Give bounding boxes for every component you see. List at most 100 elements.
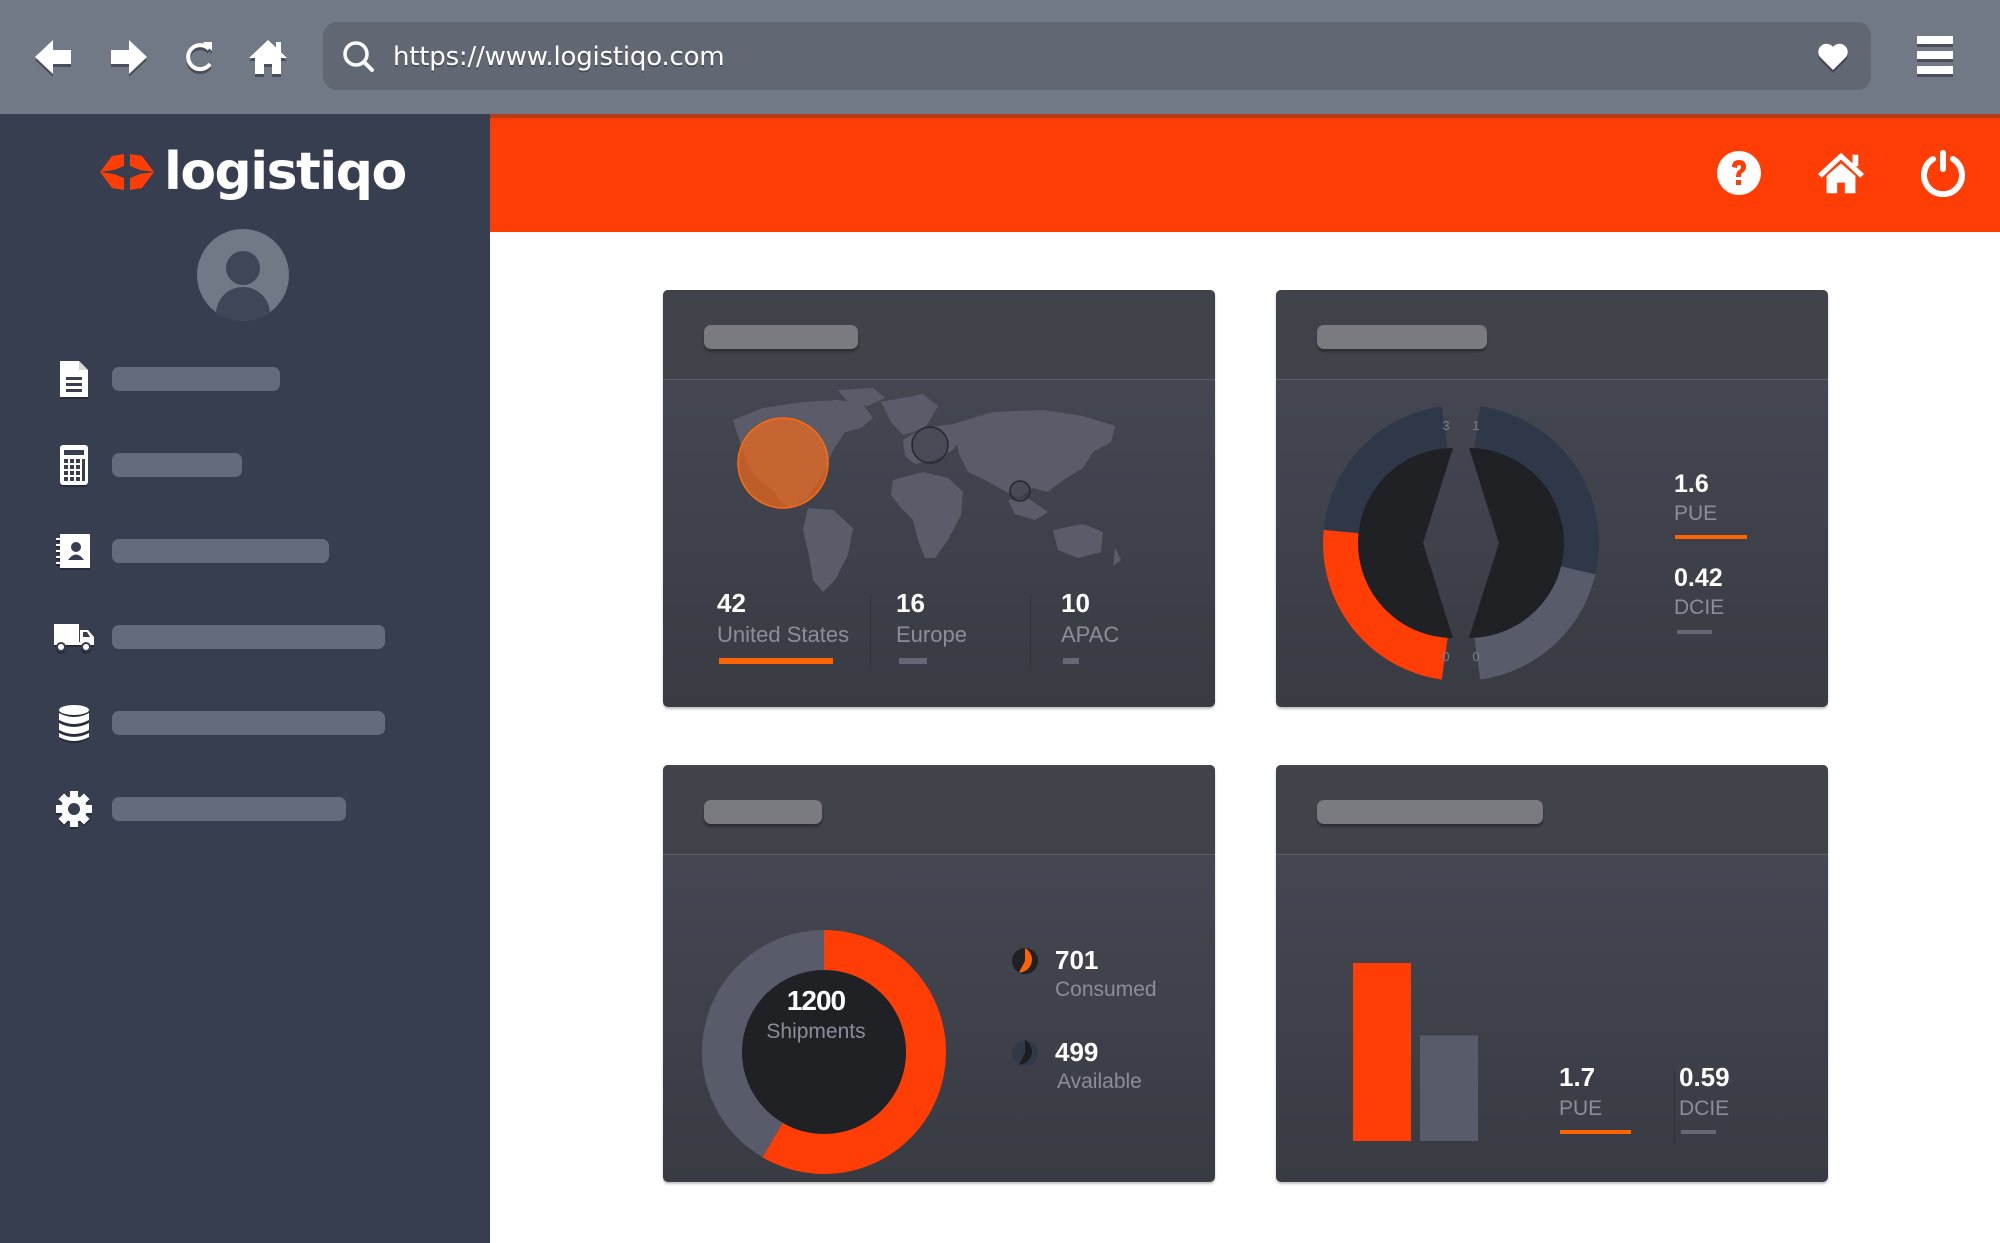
stat-label-apac: APAC: [1061, 622, 1120, 647]
card-header: Capacity: [663, 765, 1215, 855]
url-text[interactable]: https://www.logistiqo.com: [393, 42, 725, 72]
sidebar-item-label: Billing: [112, 453, 242, 477]
sidebar-item-settings[interactable]: Settings Configuration: [50, 784, 390, 834]
legend-value-available: 499: [1055, 1037, 1099, 1067]
hamburger-line: [1917, 66, 1953, 74]
forward-arrow-icon: [111, 40, 147, 74]
gear-icon: [50, 785, 98, 833]
home-button[interactable]: [245, 34, 291, 80]
home-icon: [1817, 152, 1865, 194]
hamburger-menu-icon: [1917, 36, 1953, 44]
stat-value-apac: 10: [1061, 588, 1090, 618]
stat-bar-us: [719, 658, 833, 664]
donut-center-label: Shipments: [766, 1020, 866, 1043]
available-legend-icon: [1012, 1040, 1038, 1066]
regions-card: Regional Shipments 42 United States 16 E…: [663, 290, 1215, 707]
gauge-divider: [1439, 383, 1483, 703]
hamburger-menu-button[interactable]: [1915, 34, 1955, 76]
sidebar-item-label: Contacts Directory: [112, 539, 329, 563]
bar-chart: [1353, 963, 1478, 1141]
forward-button[interactable]: [106, 34, 152, 80]
back-arrow-icon: [35, 40, 71, 74]
contacts-icon: [50, 527, 98, 575]
power-button[interactable]: [1918, 148, 1968, 198]
reload-icon: [186, 42, 212, 72]
sidebar-item-label: Documents: [112, 367, 280, 391]
app-header: [490, 114, 2000, 232]
sidebar-item-label: Database Storage Records: [112, 711, 385, 735]
sidebar-item-shipments[interactable]: Shipments Tracking Fleet: [50, 612, 390, 662]
logo[interactable]: logistiqo: [96, 142, 407, 202]
stat-value-us: 42: [717, 588, 746, 618]
home-icon: [249, 40, 287, 74]
stat-bar-apac: [1063, 658, 1079, 664]
map-bubble-united-states[interactable]: [737, 417, 829, 509]
legend-label-available: Available: [1057, 1070, 1142, 1093]
stat-bar-europe: [899, 658, 927, 664]
stat-bar-dcie: [1677, 630, 1712, 634]
shipments-card: Capacity 1200 Shipments 701 Consumed 499…: [663, 765, 1215, 1182]
database-icon: [50, 699, 98, 747]
stat-label-us: United States: [717, 622, 850, 647]
legend-value-consumed: 701: [1055, 945, 1099, 975]
sidebar-item-label: Shipments Tracking Fleet: [112, 625, 385, 649]
card-title: Regional Shipments: [704, 325, 858, 349]
power-icon: [1921, 150, 1965, 197]
truck-icon: [50, 613, 98, 661]
sidebar-item-label: Settings Configuration: [112, 797, 346, 821]
help-button[interactable]: [1714, 148, 1764, 198]
avatar-head: [226, 251, 260, 285]
stat-value-dcie: 0.42: [1674, 564, 1723, 592]
card-title: Efficiency Gauge View: [1317, 325, 1487, 349]
stat-value-pue: 1.7: [1559, 1062, 1596, 1092]
stat-value-pue: 1.6: [1674, 470, 1709, 498]
card-title: Capacity: [704, 800, 822, 824]
help-icon: [1717, 151, 1761, 195]
gauge-chart: 3010: [1323, 383, 1599, 703]
stat-bar-pue: [1560, 1130, 1631, 1134]
logo-text: logistiqo: [164, 142, 407, 202]
stat-label-pue: PUE: [1559, 1097, 1603, 1120]
bar-pue[interactable]: [1353, 963, 1411, 1141]
donut-chart: [702, 930, 947, 1174]
stat-label-pue: PUE: [1674, 502, 1718, 525]
stat-label-dcie: DCIE: [1674, 596, 1725, 619]
sidebar-item-documents[interactable]: Documents: [50, 354, 390, 404]
favorite-button[interactable]: [1817, 42, 1849, 77]
stat-label-europe: Europe: [896, 622, 967, 647]
card-header: Efficiency Gauge View: [1276, 290, 1828, 380]
stat-value-europe: 16: [896, 588, 925, 618]
avatar[interactable]: [197, 229, 289, 321]
map-bubble-apac[interactable]: [1009, 480, 1031, 502]
stat-bar-pue: [1675, 535, 1747, 539]
consumed-legend-icon: [1012, 948, 1038, 974]
calculator-icon: [50, 441, 98, 489]
address-bar[interactable]: https://www.logistiqo.com: [323, 22, 1871, 90]
stat-value-dcie: 0.59: [1679, 1062, 1730, 1092]
sidebar-item-database[interactable]: Database Storage Records: [50, 698, 390, 748]
back-button[interactable]: [30, 34, 76, 80]
document-icon: [50, 355, 98, 403]
card-header: Efficiency Comparison Report: [1276, 765, 1828, 855]
bar-dcie[interactable]: [1420, 1035, 1478, 1141]
card-title: Efficiency Comparison Report: [1317, 800, 1543, 824]
logo-mark-icon: [100, 154, 154, 190]
heart-icon: [1818, 43, 1848, 70]
map-bubble-europe[interactable]: [911, 426, 949, 464]
efficiency-bars-card: Efficiency Comparison Report 1.7 PUE 0.5…: [1276, 765, 1828, 1182]
reload-button[interactable]: [176, 34, 222, 80]
sidebar-item-billing[interactable]: Billing: [50, 440, 390, 490]
card-header: Regional Shipments: [663, 290, 1215, 380]
search-icon: [343, 41, 374, 72]
divider: [1030, 595, 1031, 668]
stat-bar-dcie: [1681, 1130, 1716, 1134]
efficiency-gauge-card: Efficiency Gauge View 3010 1.6 PUE 0.42 …: [1276, 290, 1828, 707]
avatar-body: [216, 287, 270, 321]
divider: [1674, 1070, 1675, 1143]
browser-toolbar: https://www.logistiqo.com: [0, 0, 2000, 114]
home-header-button[interactable]: [1816, 148, 1866, 198]
stat-label-dcie: DCIE: [1679, 1097, 1730, 1120]
donut-center-value: 1200: [786, 985, 846, 1016]
legend-label-consumed: Consumed: [1055, 978, 1157, 1001]
sidebar-item-contacts[interactable]: Contacts Directory: [50, 526, 390, 576]
